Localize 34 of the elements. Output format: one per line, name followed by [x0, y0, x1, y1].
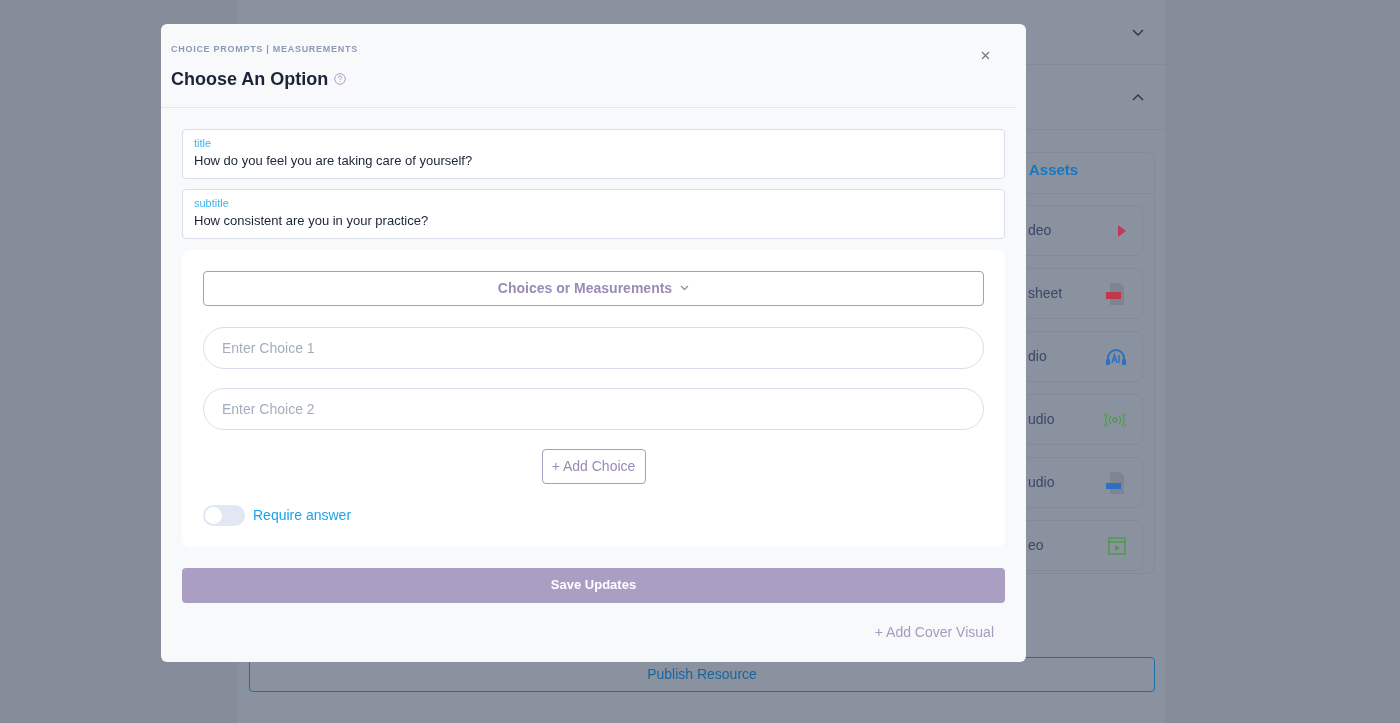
assets-heading: Assets [1029, 159, 1079, 180]
asset-label: udio [1028, 410, 1055, 429]
asset-label: udio [1028, 473, 1055, 492]
choice-input[interactable]: Enter Choice 2 [203, 387, 984, 430]
chevron-icon [680, 285, 690, 291]
modal-title: Choose An Option [171, 67, 329, 91]
require-answer-label: Require answer [253, 505, 352, 525]
toggle-switch[interactable] [203, 504, 245, 526]
broadcast-icon [1104, 412, 1126, 427]
add-choice-button[interactable]: + Add Choice [541, 448, 646, 484]
choice-input[interactable]: Enter Choice 1 [203, 326, 984, 369]
add-cover-visual-link[interactable]: + Add Cover Visual [874, 621, 994, 643]
asset-label: dio [1028, 347, 1047, 366]
text-field[interactable]: subtitle How consistent are you in your practice? [182, 188, 1005, 239]
asset-label: sheet [1028, 284, 1063, 303]
choices-dropdown[interactable]: Choices or Measurements [203, 270, 984, 306]
chevron-icon [1132, 28, 1144, 36]
text-input[interactable]: How consistent are you in your practice? [194, 211, 993, 231]
breadcrumb: CHOICE PROMPTS | MEASUREMENTS [171, 43, 358, 56]
asset-label: eo [1028, 536, 1044, 555]
pdf-file-icon [1106, 282, 1126, 305]
chevron-icon [1132, 93, 1144, 101]
play-icon [1118, 224, 1126, 237]
audio-file-icon [1106, 471, 1126, 494]
close-icon[interactable] [981, 51, 990, 60]
help-icon[interactable] [334, 73, 347, 85]
headphones-icon [1106, 347, 1126, 366]
asset-label: deo [1028, 221, 1052, 240]
field-label: title [194, 136, 213, 152]
text-field[interactable]: title How do you feel you are taking care of yourself? [182, 128, 1005, 179]
text-input[interactable]: How do you feel you are taking care of yourself? [194, 151, 993, 171]
video-clip-icon [1108, 536, 1126, 555]
field-label: subtitle [194, 196, 230, 212]
save-updates-button[interactable]: Save Updates [182, 567, 1005, 603]
